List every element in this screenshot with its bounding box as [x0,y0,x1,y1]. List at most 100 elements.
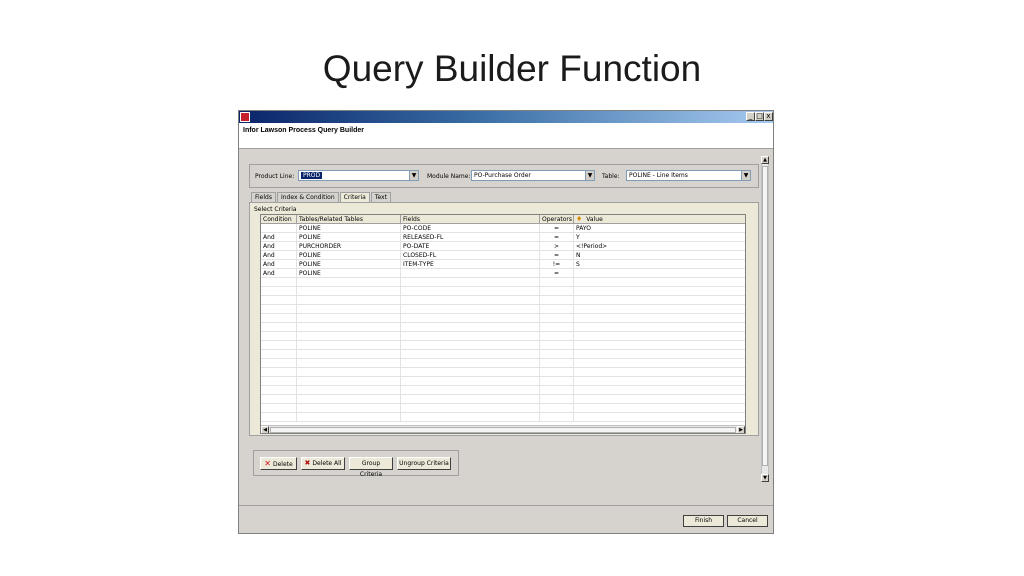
cell-operator[interactable]: = [540,224,574,233]
cell-condition[interactable] [261,377,297,386]
delete-button[interactable]: ✕ Delete [260,457,297,470]
cell-table[interactable] [297,350,401,359]
chevron-down-icon[interactable]: ▼ [409,171,418,180]
table-row[interactable]: And POLINE RELEASED-FL = Y [261,233,745,242]
cell-field[interactable] [401,359,540,368]
cell-table[interactable] [297,386,401,395]
cell-condition[interactable] [261,359,297,368]
table-row[interactable]: And POLINE = [261,269,745,278]
cell-table[interactable] [297,287,401,296]
cell-field[interactable]: PO-CODE [401,224,540,233]
cell-operator[interactable]: > [540,242,574,251]
cell-operator[interactable]: = [540,233,574,242]
cell-operator[interactable] [540,296,574,305]
close-button[interactable]: x [764,112,773,121]
column-header-value[interactable]: ♦ Value [574,215,745,224]
cell-operator[interactable] [540,404,574,413]
cell-condition[interactable] [261,287,297,296]
table-row[interactable] [261,323,745,332]
cell-condition[interactable] [261,368,297,377]
horizontal-scrollbar[interactable]: ◀ ▶ [261,425,745,433]
cell-field[interactable] [401,368,540,377]
column-header-condition[interactable]: Condition [261,215,297,224]
cell-condition[interactable] [261,224,297,233]
column-header-fields[interactable]: Fields [401,215,540,224]
scrollbar-thumb[interactable] [270,427,736,433]
cell-operator[interactable] [540,368,574,377]
delete-all-button[interactable]: ✖ Delete All [301,457,345,470]
cell-condition[interactable]: And [261,260,297,269]
cell-field[interactable] [401,314,540,323]
scroll-right-icon[interactable]: ▶ [737,426,745,433]
module-name-select[interactable]: PO-Purchase Order ▼ [471,170,595,181]
table-select[interactable]: POLINE - Line Items ▼ [626,170,751,181]
cell-value[interactable] [574,305,745,314]
chevron-down-icon[interactable]: ▼ [585,171,594,180]
cell-table[interactable] [297,377,401,386]
table-row[interactable]: POLINE PO-CODE = PAYO [261,224,745,233]
cell-table[interactable]: POLINE [297,269,401,278]
cell-condition[interactable]: And [261,251,297,260]
table-row[interactable] [261,413,745,422]
cell-value[interactable] [574,359,745,368]
cell-field[interactable] [401,278,540,287]
cell-value[interactable] [574,368,745,377]
cell-value[interactable] [574,413,745,422]
cell-condition[interactable] [261,404,297,413]
cell-value[interactable]: N [574,251,745,260]
chevron-down-icon[interactable]: ▼ [741,171,750,180]
scrollbar-thumb[interactable] [762,166,768,466]
cell-table[interactable] [297,332,401,341]
table-row[interactable] [261,395,745,404]
cell-operator[interactable] [540,305,574,314]
table-row[interactable] [261,296,745,305]
cell-table[interactable]: POLINE [297,251,401,260]
cell-operator[interactable] [540,287,574,296]
cell-value[interactable] [574,404,745,413]
table-row[interactable]: And POLINE ITEM-TYPE != S [261,260,745,269]
cell-value[interactable] [574,323,745,332]
tab-criteria[interactable]: Criteria [339,192,370,202]
cell-table[interactable] [297,305,401,314]
cell-operator[interactable] [540,341,574,350]
cell-condition[interactable] [261,350,297,359]
cell-value[interactable] [574,332,745,341]
ungroup-criteria-button[interactable]: Ungroup Criteria [397,457,451,470]
cell-table[interactable] [297,413,401,422]
scroll-left-icon[interactable]: ◀ [261,426,269,433]
cell-field[interactable]: CLOSED-FL [401,251,540,260]
table-row[interactable] [261,386,745,395]
window-titlebar[interactable]: _ □ x [239,111,773,123]
group-criteria-button[interactable]: Group Criteria [349,457,393,478]
table-row[interactable]: And PURCHORDER PO-DATE > <!Period> [261,242,745,251]
cell-field[interactable] [401,269,540,278]
cell-value[interactable] [574,377,745,386]
table-row[interactable] [261,278,745,287]
scroll-up-icon[interactable]: ▲ [761,156,769,164]
table-row[interactable] [261,341,745,350]
cell-condition[interactable]: And [261,242,297,251]
cell-value[interactable] [574,269,745,278]
cell-table[interactable] [297,323,401,332]
cell-condition[interactable] [261,305,297,314]
cell-field[interactable] [401,296,540,305]
cell-condition[interactable] [261,278,297,287]
cell-field[interactable] [401,332,540,341]
table-row[interactable] [261,314,745,323]
cell-operator[interactable] [540,332,574,341]
cell-operator[interactable] [540,323,574,332]
cell-field[interactable]: RELEASED-FL [401,233,540,242]
cell-condition[interactable] [261,332,297,341]
cell-field[interactable] [401,413,540,422]
cell-field[interactable] [401,395,540,404]
cell-field[interactable] [401,404,540,413]
cell-field[interactable] [401,377,540,386]
scroll-down-icon[interactable]: ▼ [761,474,769,482]
tab-text[interactable]: Text [370,192,391,202]
table-row[interactable] [261,332,745,341]
cell-field[interactable] [401,305,540,314]
cell-value[interactable] [574,341,745,350]
cell-field[interactable] [401,287,540,296]
cell-table[interactable] [297,359,401,368]
column-header-operators[interactable]: Operators [540,215,574,224]
